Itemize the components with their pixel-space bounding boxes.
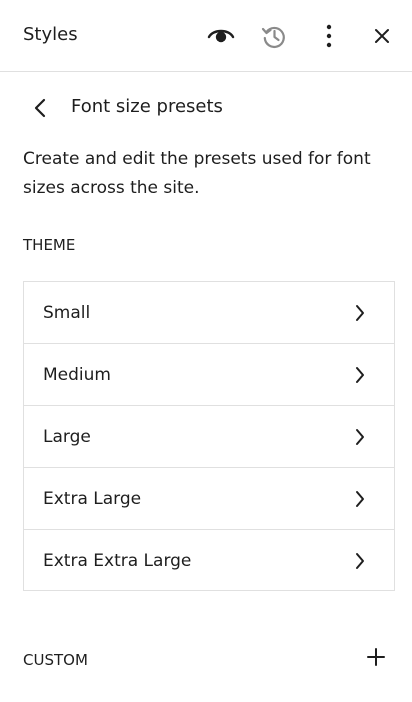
eye-icon — [207, 29, 235, 43]
preset-item-extra-large[interactable]: Extra Large — [24, 468, 394, 530]
preset-label: Extra Extra Large — [43, 551, 192, 571]
preset-item-medium[interactable]: Medium — [24, 344, 394, 406]
preset-label: Small — [43, 302, 91, 323]
theme-section-heading: THEME — [23, 236, 76, 254]
preset-item-extra-extra-large[interactable]: Extra Extra Large — [24, 530, 394, 592]
revisions-button[interactable] — [256, 18, 292, 54]
preset-label: Medium — [43, 364, 111, 385]
theme-presets-list: Small Medium Large Extra Large Extra Ext… — [23, 281, 395, 591]
chevron-right-icon — [352, 428, 368, 446]
preset-item-large[interactable]: Large — [24, 406, 394, 468]
preset-label: Extra Large — [43, 488, 142, 509]
back-button[interactable] — [24, 88, 56, 128]
preset-item-small[interactable]: Small — [24, 282, 394, 344]
panel-title: Styles — [23, 24, 78, 45]
more-options-button[interactable] — [311, 18, 347, 54]
chevron-left-icon — [34, 98, 46, 118]
screen-title: Font size presets — [71, 96, 223, 117]
preset-label: Large — [43, 426, 91, 447]
chevron-right-icon — [352, 490, 368, 508]
history-icon — [261, 26, 285, 49]
custom-section-heading: CUSTOM — [23, 651, 88, 669]
close-icon — [375, 29, 389, 43]
style-book-button[interactable] — [203, 18, 239, 54]
plus-icon — [367, 648, 385, 666]
chevron-right-icon — [352, 304, 368, 322]
add-custom-preset-button[interactable] — [362, 643, 390, 671]
navigation-header: Font size presets — [0, 88, 412, 128]
close-button[interactable] — [364, 18, 400, 54]
panel-header: Styles — [0, 0, 412, 72]
more-vertical-icon — [326, 24, 332, 48]
screen-description: Create and edit the presets used for fon… — [23, 149, 371, 198]
chevron-right-icon — [352, 552, 368, 570]
chevron-right-icon — [352, 366, 368, 384]
